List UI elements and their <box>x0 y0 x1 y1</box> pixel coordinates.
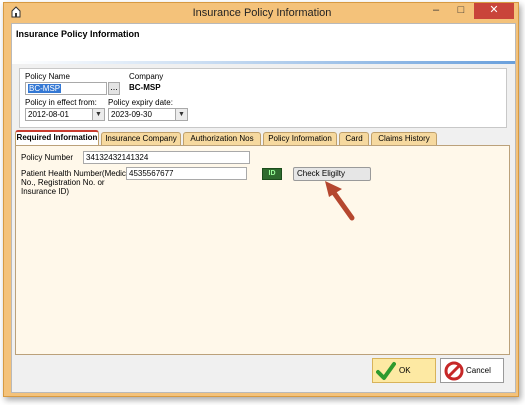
phn-label-line: Insurance ID) <box>21 187 70 196</box>
policy-name-field[interactable]: BC-MSP <box>25 82 107 95</box>
header-divider <box>12 61 515 64</box>
company-value: BC-MSP <box>129 83 161 92</box>
effective-date-value: 2012-08-01 <box>28 110 69 119</box>
check-icon <box>376 361 396 381</box>
phn-value: 4535567677 <box>129 169 174 178</box>
tab-label: Claims History <box>378 134 430 143</box>
expiry-date-select[interactable]: 2023-09-30 ▼ <box>108 108 188 121</box>
policy-name-value: BC-MSP <box>28 84 62 93</box>
phn-label-line: No., Registration No. or <box>21 178 105 187</box>
tab-label: Authorization Nos <box>190 134 254 143</box>
header-band: Insurance Policy Information <box>12 24 515 62</box>
ellipsis-icon: ... <box>110 82 118 92</box>
close-button[interactable]: ✕ <box>474 3 514 19</box>
tab-claims-history[interactable]: Claims History <box>371 132 437 145</box>
cancel-icon <box>444 361 464 381</box>
cancel-button[interactable]: Cancel <box>440 358 504 383</box>
dialog-window: Insurance Policy Information – □ ✕ Insur… <box>3 2 519 397</box>
policy-summary-panel: Policy Name BC-MSP ... Company BC-MSP Po… <box>19 68 507 128</box>
header-title: Insurance Policy Information <box>16 29 140 39</box>
chevron-down-icon[interactable]: ▼ <box>175 109 187 120</box>
minimize-button[interactable]: – <box>424 3 448 19</box>
tab-card[interactable]: Card <box>339 132 369 145</box>
tab-required-information[interactable]: Required Information <box>15 130 99 145</box>
policy-browse-button[interactable]: ... <box>108 82 120 95</box>
effective-date-select[interactable]: 2012-08-01 ▼ <box>25 108 105 121</box>
cancel-label: Cancel <box>466 366 491 375</box>
tab-label: Required Information <box>16 133 98 142</box>
chevron-down-icon[interactable]: ▼ <box>92 109 104 120</box>
expiry-date-value: 2023-09-30 <box>111 110 152 119</box>
policy-name-label: Policy Name <box>25 72 70 81</box>
company-label: Company <box>129 72 164 81</box>
annotation-arrow-icon <box>322 180 362 224</box>
check-eligibility-button[interactable]: Check Eligilty <box>293 167 371 181</box>
tab-authorization-nos[interactable]: Authorization Nos <box>183 132 261 145</box>
tab-policy-information[interactable]: Policy Information <box>263 132 337 145</box>
phn-label-line: Patient Health Number(Medicare <box>21 169 138 178</box>
policy-number-value: 34132432141324 <box>86 153 149 162</box>
tab-label: Card <box>345 134 363 143</box>
policy-number-input[interactable]: 34132432141324 <box>83 151 250 164</box>
tab-label: Insurance Company <box>105 134 177 143</box>
phn-label: Patient Health Number(Medicare No., Regi… <box>21 169 138 196</box>
dialog-client-area: Insurance Policy Information Policy Name… <box>11 23 516 393</box>
maximize-button[interactable]: □ <box>449 3 473 19</box>
expiry-date-label: Policy expiry date: <box>108 98 173 107</box>
tab-insurance-company[interactable]: Insurance Company <box>101 132 181 145</box>
phn-input[interactable]: 4535567677 <box>126 167 247 180</box>
effective-date-label: Policy in effect from: <box>25 98 97 107</box>
required-information-panel: Policy Number 34132432141324 Patient Hea… <box>15 145 510 355</box>
policy-number-label: Policy Number <box>21 153 74 162</box>
id-icon[interactable]: ID <box>262 168 282 180</box>
ok-label: OK <box>399 366 411 375</box>
tab-label: Policy Information <box>268 134 332 143</box>
ok-button[interactable]: OK <box>372 358 436 383</box>
